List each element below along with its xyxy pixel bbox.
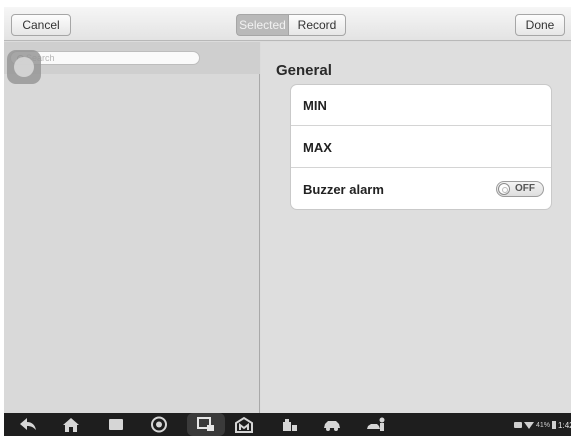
back-icon[interactable] [18,416,38,433]
recent-apps-icon[interactable] [106,416,126,433]
assistive-touch-icon [14,57,34,77]
buzzer-alarm-label: Buzzer alarm [303,182,384,197]
message-icon [514,422,522,428]
clock: 1:42 [558,420,571,430]
max-label: MAX [303,140,332,155]
search-bar: Search [4,42,260,74]
done-button[interactable]: Done [515,14,565,36]
car-service-icon[interactable] [366,416,386,433]
system-navigation-bar: 41% 1:42 [4,413,571,436]
battery-icon [552,421,557,429]
home-icon[interactable] [61,416,81,433]
buzzer-alarm-row: Buzzer alarm OFF [291,169,551,210]
assistive-touch-button[interactable] [7,50,41,84]
vci-icon[interactable] [196,416,216,433]
cancel-button[interactable]: Cancel [11,14,71,36]
maxisys-icon[interactable] [234,416,254,433]
min-label: MIN [303,98,327,113]
battery-percent: 41% [536,421,551,429]
section-title: General [276,62,332,79]
buzzer-alarm-toggle[interactable]: OFF [496,181,544,197]
settings-card: MIN MAX Buzzer alarm OFF [290,84,552,210]
max-row[interactable]: MAX [291,127,551,168]
tab-selected[interactable]: Selected [236,14,288,36]
car-icon[interactable] [322,416,342,433]
settings-panel: General MIN MAX Buzzer alarm OFF [261,42,571,413]
wifi-icon [524,421,534,429]
selected-record-segmented-control: Selected Record [236,14,346,36]
item-list-panel: Search [4,42,260,413]
tab-record[interactable]: Record [288,14,346,36]
diagnostics-icon[interactable] [280,416,300,433]
top-toolbar: Cancel Selected Record Done [4,7,571,41]
status-bar: 41% 1:42 [514,419,571,431]
min-row[interactable]: MIN [291,85,551,126]
browser-icon[interactable] [149,416,169,433]
toggle-state-label: OFF [515,183,535,194]
toggle-knob [498,183,510,195]
screen: Cancel Selected Record Done Search Gener… [4,7,571,436]
